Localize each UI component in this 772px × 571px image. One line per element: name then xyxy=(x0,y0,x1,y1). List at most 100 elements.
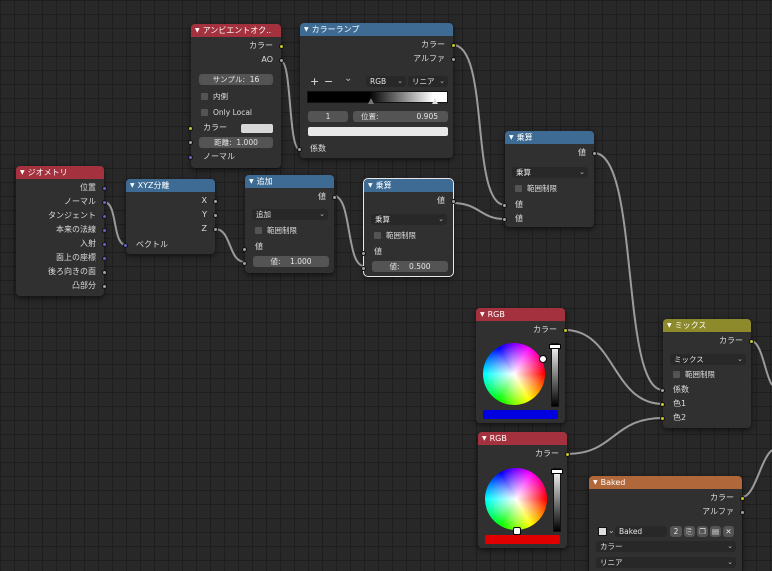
interpolation-dropdown[interactable]: リニア ⌄ xyxy=(596,557,736,568)
color-mode-dropdown[interactable]: RGB ⌄ xyxy=(366,76,406,87)
operation-dropdown[interactable]: 乗算 ⌄ xyxy=(512,167,588,178)
output-backfacing-socket[interactable] xyxy=(102,270,107,275)
output-color-socket[interactable] xyxy=(279,44,284,49)
output-color-socket[interactable] xyxy=(740,496,745,501)
collapse-arrow-icon[interactable]: ▼ xyxy=(593,479,598,486)
output-alpha-socket[interactable] xyxy=(451,57,456,62)
image-name-field[interactable]: Baked xyxy=(615,526,667,537)
mix-rgb-node[interactable]: ▼ ミックス カラー ミックス ⌄ 範囲制限 係数 色1 色2 xyxy=(660,319,754,428)
clamp-checkbox[interactable] xyxy=(515,185,522,192)
output-z-socket[interactable] xyxy=(213,227,218,232)
output-color-socket[interactable] xyxy=(563,328,568,333)
multiply2-math-header[interactable]: ▼ 乗算 xyxy=(505,131,594,144)
image-texture-header[interactable]: ▼ Baked xyxy=(589,476,742,489)
input-vector-socket[interactable] xyxy=(123,243,128,248)
image-browse-icon[interactable] xyxy=(598,527,607,536)
input-value2-socket[interactable] xyxy=(361,266,366,271)
output-color-socket[interactable] xyxy=(565,452,570,457)
output-value-socket[interactable] xyxy=(451,199,456,204)
output-incoming-socket[interactable] xyxy=(102,242,107,247)
distance-field[interactable]: 距離: 1.000 xyxy=(199,137,273,148)
open-image-icon[interactable]: ▤ xyxy=(710,526,721,537)
only-local-checkbox[interactable] xyxy=(201,109,208,116)
operation-dropdown[interactable]: 追加 ⌄ xyxy=(252,209,328,220)
output-position-socket[interactable] xyxy=(102,186,107,191)
stop-index-field[interactable]: 1 xyxy=(308,111,348,122)
multiply-math-node[interactable]: ▼ 乗算 値 乗算 ⌄ 範囲制限 値 値: 0.500 xyxy=(361,178,456,277)
collapse-arrow-icon[interactable]: ▼ xyxy=(195,27,200,34)
rgb-node-2[interactable]: ▼ RGB カラー xyxy=(478,432,570,548)
value-field[interactable]: 値: 0.500 xyxy=(372,261,448,272)
unlink-image-icon[interactable]: ✕ xyxy=(723,526,734,537)
add-stop-button[interactable]: + xyxy=(310,75,319,88)
color-swatch[interactable] xyxy=(483,410,558,419)
color-ramp-gradient[interactable] xyxy=(307,91,448,103)
collapse-arrow-icon[interactable]: ▼ xyxy=(368,182,373,189)
output-value-socket[interactable] xyxy=(592,151,597,156)
remove-stop-button[interactable]: − xyxy=(324,75,333,88)
blend-type-dropdown[interactable]: ミックス ⌄ xyxy=(670,354,746,365)
inside-checkbox[interactable] xyxy=(201,93,208,100)
output-tangent-socket[interactable] xyxy=(102,214,107,219)
value-slider-handle[interactable] xyxy=(551,469,563,475)
ramp-stop-0-handle[interactable] xyxy=(368,98,374,104)
separate-xyz-header[interactable]: ▼ XYZ分離 xyxy=(126,179,215,192)
collapse-arrow-icon[interactable]: ▼ xyxy=(130,182,135,189)
multiply-math-header[interactable]: ▼ 乗算 xyxy=(364,179,453,192)
output-x-socket[interactable] xyxy=(213,199,218,204)
input-value2-socket[interactable] xyxy=(502,217,507,222)
samples-field[interactable]: サンプル: 16 xyxy=(199,74,273,85)
input-fac-socket[interactable] xyxy=(297,147,302,152)
color-ramp-header[interactable]: ▼ カラーランプ xyxy=(300,23,453,36)
input-fac-socket[interactable] xyxy=(660,388,665,393)
color-wheel[interactable] xyxy=(483,343,545,405)
image-users-count[interactable]: 2 xyxy=(670,526,682,537)
collapse-arrow-icon[interactable]: ▼ xyxy=(304,26,309,33)
ramp-stop-1-handle[interactable] xyxy=(432,98,438,104)
input-color2-socket[interactable] xyxy=(660,416,665,421)
duplicate-image-icon[interactable]: ❐ xyxy=(697,526,708,537)
output-true-normal-socket[interactable] xyxy=(102,228,107,233)
input-value1-socket[interactable] xyxy=(361,251,366,256)
input-value1-socket[interactable] xyxy=(242,247,247,252)
geometry-node[interactable]: ▼ ジオメトリ 位置 ノーマル タンジェント 本来の法線 入射 面上の座標 後ろ… xyxy=(16,166,107,296)
color-swatch[interactable] xyxy=(485,535,560,544)
collapse-arrow-icon[interactable]: ▼ xyxy=(480,311,485,318)
rgb-header[interactable]: ▼ RGB xyxy=(476,308,565,321)
value-slider[interactable] xyxy=(551,343,559,407)
value-field[interactable]: 値: 1.000 xyxy=(253,256,329,267)
input-color1-socket[interactable] xyxy=(660,402,665,407)
multiply2-math-node[interactable]: ▼ 乗算 値 乗算 ⌄ 範囲制限 値 値 xyxy=(502,131,597,227)
color-wheel-cursor[interactable] xyxy=(513,527,521,535)
color-space-dropdown[interactable]: カラー ⌄ xyxy=(596,541,736,552)
collapse-arrow-icon[interactable]: ▼ xyxy=(20,169,25,176)
ramp-menu-button[interactable]: ⌄ xyxy=(344,73,352,84)
output-alpha-socket[interactable] xyxy=(740,510,745,515)
add-math-header[interactable]: ▼ 追加 xyxy=(245,175,334,188)
add-math-node[interactable]: ▼ 追加 値 追加 ⌄ 範囲制限 値 値: 1.000 xyxy=(242,175,337,273)
operation-dropdown[interactable]: 乗算 ⌄ xyxy=(371,214,447,225)
output-value-socket[interactable] xyxy=(332,195,337,200)
input-color-socket[interactable] xyxy=(188,126,193,131)
input-color-swatch[interactable] xyxy=(241,124,273,133)
interpolation-dropdown[interactable]: リニア ⌄ xyxy=(408,76,448,87)
color-ramp-node[interactable]: ▼ カラーランプ カラー アルファ + − ⌄ RGB ⌄ リニア ⌄ 1 位置… xyxy=(297,23,456,158)
image-browse-chevron-icon[interactable]: ⌄ xyxy=(608,526,615,535)
output-ao-socket[interactable] xyxy=(279,58,284,63)
clamp-checkbox[interactable] xyxy=(673,371,680,378)
ambient-occlusion-header[interactable]: ▼ アンビエントオク.. xyxy=(191,24,281,37)
output-pointiness-socket[interactable] xyxy=(102,284,107,289)
input-value1-socket[interactable] xyxy=(502,203,507,208)
position-field[interactable]: 位置: 0.905 xyxy=(353,111,448,122)
fake-user-icon[interactable]: ⎘ xyxy=(684,526,695,537)
color-wheel[interactable] xyxy=(485,468,547,530)
rgb-node-1[interactable]: ▼ RGB カラー xyxy=(476,308,568,423)
clamp-checkbox[interactable] xyxy=(374,232,381,239)
output-y-socket[interactable] xyxy=(213,213,218,218)
color-wheel-cursor[interactable] xyxy=(539,355,547,363)
collapse-arrow-icon[interactable]: ▼ xyxy=(509,134,514,141)
clamp-checkbox[interactable] xyxy=(255,227,262,234)
input-value2-socket[interactable] xyxy=(242,261,247,266)
collapse-arrow-icon[interactable]: ▼ xyxy=(249,178,254,185)
output-parametric-socket[interactable] xyxy=(102,256,107,261)
